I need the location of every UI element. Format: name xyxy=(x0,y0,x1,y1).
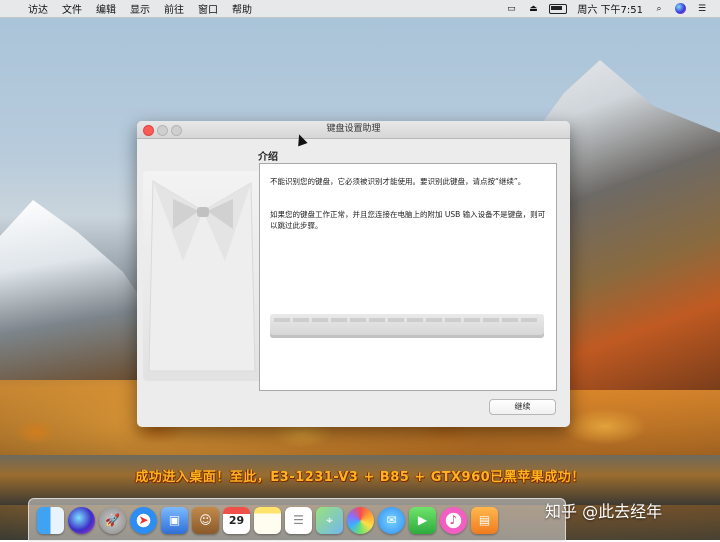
keyboard-setup-assistant-window: 键盘设置助理 介绍 不能识别您的键盘，它必须被识别才能使用。要识别此键盘，请点按… xyxy=(137,121,570,427)
spotlight-search-icon[interactable]: ⌕ xyxy=(653,4,665,14)
launchpad-icon[interactable]: 🚀 xyxy=(99,506,126,534)
photos-icon[interactable] xyxy=(347,506,374,534)
window-titlebar[interactable]: 键盘设置助理 xyxy=(137,121,570,139)
intro-content-box: 不能识别您的键盘，它必须被识别才能使用。要识别此键盘，请点按“继续”。 如果您的… xyxy=(259,163,557,391)
menu-go[interactable]: 前往 xyxy=(164,1,184,16)
calendar-day: 29 xyxy=(228,513,245,527)
menu-help[interactable]: 帮助 xyxy=(232,1,252,16)
battery-icon[interactable] xyxy=(549,3,568,14)
reminders-icon[interactable]: ☰ xyxy=(285,506,312,534)
calendar-icon[interactable]: 29 xyxy=(223,506,250,534)
window-close-button[interactable] xyxy=(143,125,154,136)
menu-edit[interactable]: 编辑 xyxy=(96,1,116,16)
display-mirroring-icon[interactable]: ▭ xyxy=(505,4,517,14)
menu-file[interactable]: 文件 xyxy=(62,1,82,16)
facetime-icon[interactable]: ▶ xyxy=(409,506,436,534)
menu-clock[interactable]: 周六 下午7:51 xyxy=(577,1,643,16)
menu-view[interactable]: 显示 xyxy=(130,1,150,16)
butler-illustration xyxy=(143,171,261,381)
dock: 🚀 ➤ ▣ ☺ 29 ☰ ⌖ ✉ ▶ ♪ ▤ xyxy=(28,498,566,542)
menu-window[interactable]: 窗口 xyxy=(198,1,218,16)
preview-icon[interactable]: ▣ xyxy=(161,506,188,534)
zhihu-watermark: 知乎 @此去经年 xyxy=(545,502,663,521)
contacts-icon[interactable]: ☺ xyxy=(192,506,219,534)
caption-overlay: 成功进入桌面！至此，E3-1231-V3 + B85 + GTX960已黑苹果成… xyxy=(135,470,585,485)
window-minimize-button xyxy=(157,125,168,136)
keyboard-illustration xyxy=(270,314,544,338)
music-icon[interactable]: ♪ xyxy=(440,506,467,534)
menu-bar: 访达 文件 编辑 显示 前往 窗口 帮助 ▭ ⏏ 周六 下午7:51 ⌕ ☰ xyxy=(0,0,720,18)
messages-icon[interactable]: ✉ xyxy=(378,506,405,534)
siri-menu-icon[interactable] xyxy=(675,3,686,14)
menu-bar-status-area: ▭ ⏏ 周六 下午7:51 ⌕ ☰ xyxy=(505,1,720,16)
menu-finder[interactable]: 访达 xyxy=(28,1,48,16)
intro-paragraph-1: 不能识别您的键盘，它必须被识别才能使用。要识别此键盘，请点按“继续”。 xyxy=(270,177,526,186)
intro-paragraph-2: 如果您的键盘工作正常，并且您连接在电脑上的附加 USB 输入设备不是键盘，则可以… xyxy=(270,210,546,230)
notification-center-icon[interactable]: ☰ xyxy=(696,4,708,14)
window-zoom-button xyxy=(171,125,182,136)
window-title: 键盘设置助理 xyxy=(326,124,381,134)
continue-button[interactable]: 继续 xyxy=(489,399,556,415)
maps-icon[interactable]: ⌖ xyxy=(316,506,343,534)
books-icon[interactable]: ▤ xyxy=(471,506,498,534)
siri-icon[interactable] xyxy=(68,506,95,534)
section-title: 介绍 xyxy=(258,152,278,163)
eject-icon[interactable]: ⏏ xyxy=(527,4,539,14)
notes-icon[interactable] xyxy=(254,506,281,534)
safari-icon[interactable]: ➤ xyxy=(130,506,157,534)
finder-icon[interactable] xyxy=(37,506,64,534)
